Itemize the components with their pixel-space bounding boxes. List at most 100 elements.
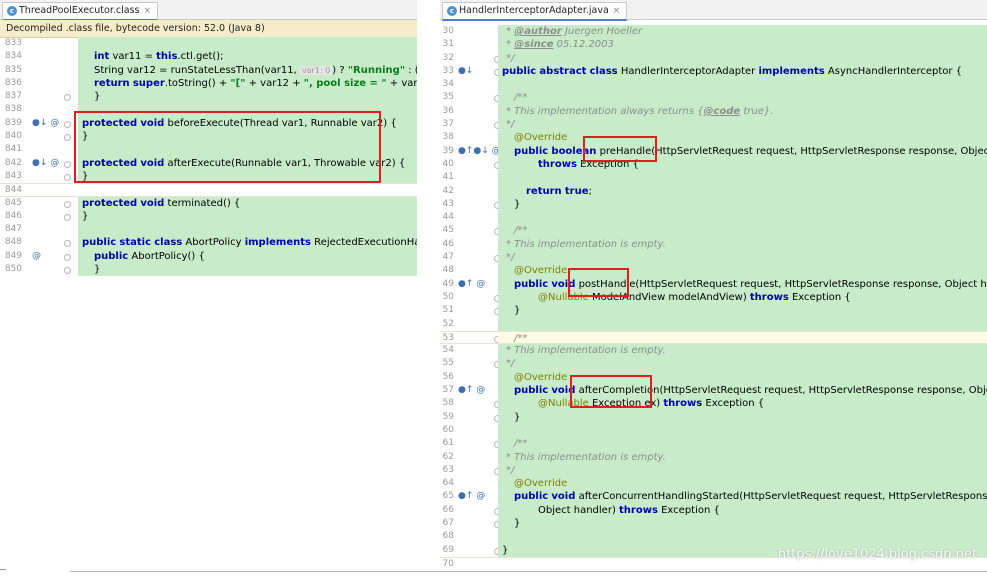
code-line[interactable]: 33 ●↓ public abstract class HandlerInterce…: [440, 64, 987, 79]
fold-marker-icon[interactable]: [64, 173, 71, 181]
code-line[interactable]: 45 /**: [440, 224, 987, 238]
gutter-override-icon[interactable]: ●↓ @: [32, 157, 59, 170]
fold-marker-icon[interactable]: [64, 267, 71, 275]
line-number: 38: [442, 132, 454, 143]
class-file-icon: c: [7, 5, 17, 16]
code-line[interactable]: 43}: [440, 197, 987, 212]
code-text: /**: [498, 437, 987, 451]
code-line[interactable]: 53 /**: [440, 330, 987, 345]
line-number: 850: [4, 264, 22, 275]
gutter-override-icon[interactable]: ●↑ @: [458, 278, 485, 291]
code-line[interactable]: 46 * This implementation is empty.: [440, 237, 987, 252]
gutter-override-icon[interactable]: ●↑●↓ @: [458, 145, 501, 158]
code-line[interactable]: 30 * @author Juergen Hoeller: [440, 25, 987, 39]
code-line[interactable]: 68: [440, 530, 987, 544]
code-line[interactable]: 62 * This implementation is empty.: [440, 450, 987, 464]
code-line[interactable]: 49 ●↑ @ public void postHandle(HttpServlet…: [440, 277, 987, 291]
code-line[interactable]: 56 @Override: [440, 370, 987, 385]
code-line[interactable]: 64 @Override: [440, 477, 987, 491]
tab-label: HandlerInterceptorAdapter.java: [459, 5, 609, 16]
code-line[interactable]: 848 public static class AbortPolicy imple…: [0, 236, 417, 250]
code-line[interactable]: 35 /**: [440, 91, 987, 105]
code-text: }: [78, 90, 417, 104]
code-line[interactable]: 844: [0, 183, 417, 197]
code-line[interactable]: 65 ●↑ @ public void afterConcurrentHandlin…: [440, 490, 987, 504]
bottom-scrollbar[interactable]: [70, 571, 987, 576]
fold-marker-icon[interactable]: [64, 120, 71, 128]
code-line[interactable]: 39 ●↑●↓ @ public boolean preHandle(HttpSer…: [440, 144, 987, 158]
gutter-override-icon[interactable]: ●↓ @: [32, 117, 59, 130]
code-line[interactable]: 835 String var12 = runStateLessThan(var11…: [0, 63, 417, 77]
code-line[interactable]: 36 * This implementation always returns {…: [440, 104, 987, 119]
code-line[interactable]: 849 @ public AbortPolicy() {: [0, 249, 417, 264]
tab-threadpoolexecutor[interactable]: c ThreadPoolExecutor.class ×: [2, 2, 159, 21]
code-line[interactable]: 34: [440, 78, 987, 92]
code-line[interactable]: 52: [440, 317, 987, 331]
line-number: 845: [4, 197, 22, 208]
code-line[interactable]: 847: [0, 223, 417, 237]
highlight-box-execute-hooks: [74, 111, 381, 183]
fold-marker-icon[interactable]: [64, 213, 71, 221]
code-line[interactable]: 60: [440, 423, 987, 438]
code-line[interactable]: 40 throws Exception {: [440, 157, 987, 172]
code-line[interactable]: 54 * This implementation is empty.: [440, 344, 987, 358]
line-number: 48: [442, 265, 454, 276]
line-number: 44: [442, 212, 454, 223]
fold-marker-icon[interactable]: [64, 253, 71, 261]
code-line[interactable]: 42 return true;: [440, 184, 987, 198]
code-text: [498, 211, 987, 225]
tab-handlerinterceptoradapter[interactable]: c HandlerInterceptorAdapter.java ×: [442, 2, 628, 21]
code-line[interactable]: 55 */: [440, 357, 987, 371]
code-line[interactable]: 66 Object handler) throws Exception {: [440, 503, 987, 517]
code-line[interactable]: 836 return super.toString() + "[" + var12…: [0, 76, 417, 91]
highlight-box-aftercompletion: [570, 375, 652, 408]
code-line[interactable]: 47 */: [440, 251, 987, 265]
line-number: 57: [442, 385, 454, 396]
code-text: * This implementation is empty.: [498, 344, 987, 358]
code-line[interactable]: 38 @Override: [440, 131, 987, 145]
close-icon[interactable]: ×: [613, 6, 621, 16]
line-number: 842: [4, 157, 22, 168]
code-line[interactable]: 845 protected void terminated() {: [0, 196, 417, 210]
line-number: 33: [442, 65, 454, 76]
code-line[interactable]: 58 @Nullable Exception ex) throws Excepti…: [440, 397, 987, 411]
code-line[interactable]: 41: [440, 171, 987, 185]
gutter-override-icon[interactable]: @: [32, 250, 41, 263]
code-line[interactable]: 48 @Override: [440, 264, 987, 278]
code-line[interactable]: 846}: [0, 209, 417, 224]
right-code-area[interactable]: 30 * @author Juergen Hoeller 31 * @since 05…: [440, 25, 987, 567]
code-line[interactable]: 44: [440, 211, 987, 225]
code-text: */: [498, 357, 987, 371]
line-number: 833: [4, 38, 22, 48]
code-line[interactable]: 67}: [440, 516, 987, 531]
code-line[interactable]: 37 */: [440, 118, 987, 132]
line-number: 844: [4, 185, 22, 196]
code-text: }: [78, 263, 417, 277]
fold-marker-icon[interactable]: [64, 160, 71, 168]
fold-marker-icon[interactable]: [64, 200, 71, 208]
code-line[interactable]: 850}: [0, 263, 417, 277]
gutter-override-icon[interactable]: ●↑ @: [458, 490, 485, 503]
code-line[interactable]: 63 */: [440, 463, 987, 478]
code-line[interactable]: 61 /**: [440, 437, 987, 451]
line-number: 837: [4, 91, 22, 102]
code-text: /**: [498, 331, 987, 344]
code-text: }: [498, 516, 987, 531]
code-line[interactable]: 51}: [440, 304, 987, 318]
code-line[interactable]: 57 ●↑ @ public void afterCompletion(HttpSe…: [440, 384, 987, 398]
gutter-override-icon[interactable]: ●↑ @: [458, 384, 485, 397]
code-text: return super.toString() + "[" + var12 + …: [78, 76, 417, 91]
code-line[interactable]: 50 @Nullable ModelAndView modelAndView) t…: [440, 290, 987, 305]
code-line[interactable]: 837}: [0, 90, 417, 104]
fold-marker-icon[interactable]: [64, 240, 71, 248]
code-line[interactable]: 59}: [440, 410, 987, 424]
fold-marker-icon[interactable]: [64, 94, 71, 102]
gutter-override-icon[interactable]: ●↓: [458, 65, 473, 78]
fold-marker-icon[interactable]: [64, 134, 71, 142]
code-line[interactable]: 31 * @since 05.12.2003: [440, 38, 987, 52]
code-line[interactable]: 834 int var11 = this.ctl.get();: [0, 50, 417, 64]
code-line[interactable]: 833: [0, 37, 417, 51]
code-text: }: [498, 197, 987, 212]
close-icon[interactable]: ×: [143, 6, 151, 16]
code-line[interactable]: 32 */: [440, 51, 987, 65]
